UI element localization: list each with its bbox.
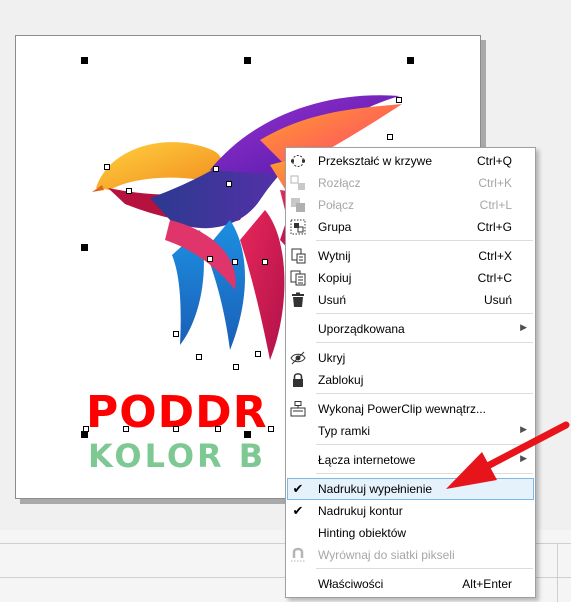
curve-node[interactable]: [255, 351, 261, 357]
curve-node[interactable]: [207, 256, 213, 262]
selection-handle-top-center[interactable]: [244, 57, 251, 64]
menu-item-properties[interactable]: Właściwości Alt+Enter: [287, 573, 534, 595]
menu-item-label: Hinting obiektów: [318, 526, 407, 540]
combine-icon: [291, 198, 305, 212]
menu-item-shortcut: Ctrl+G: [476, 220, 512, 234]
menu-separator: [316, 568, 533, 569]
menu-item-powerclip[interactable]: Wykonaj PowerClip wewnątrz...: [287, 398, 534, 420]
curve-node[interactable]: [83, 426, 89, 432]
pixel-snap-icon: [291, 547, 305, 562]
curve-node[interactable]: [226, 181, 232, 187]
menu-item-label: Typ ramki: [318, 424, 371, 438]
curve-node[interactable]: [387, 134, 393, 140]
menu-item-overprint-outline[interactable]: ✔ Nadrukuj kontur: [287, 500, 534, 522]
menu-separator: [316, 393, 533, 394]
menu-separator: [316, 342, 533, 343]
menu-item-object-hinting[interactable]: Hinting obiektów: [287, 522, 534, 544]
submenu-arrow-icon: ▶: [520, 322, 527, 332]
menu-item-copy[interactable]: Kopiuj Ctrl+C: [287, 267, 534, 289]
curve-node[interactable]: [232, 259, 238, 265]
curve-node[interactable]: [126, 188, 132, 194]
menu-item-shortcut: Ctrl+Q: [476, 154, 512, 168]
menu-item-label: Wykonaj PowerClip wewnątrz...: [318, 402, 486, 416]
menu-item-label: Usuń: [318, 293, 347, 307]
cut-icon: [291, 248, 306, 264]
powerclip-icon: [290, 401, 306, 417]
menu-item-label: Grupa: [318, 220, 352, 234]
group-icon: [290, 219, 306, 235]
curve-node[interactable]: [213, 166, 219, 172]
convert-to-curves-icon: [291, 155, 305, 167]
menu-item-order[interactable]: Uporządkowana ▶: [287, 318, 534, 340]
menu-item-label: Kopiuj: [318, 271, 352, 285]
menu-item-label: Ukryj: [318, 351, 346, 365]
menu-item-label: Uporządkowana: [318, 322, 405, 336]
submenu-arrow-icon: ▶: [520, 424, 527, 434]
menu-separator: [316, 473, 533, 474]
menu-item-cut[interactable]: Wytnij Ctrl+X: [287, 245, 534, 267]
menu-item-overprint-fill[interactable]: ✔ Nadrukuj wypełnienie: [287, 478, 534, 500]
menu-item-label: Rozłącz: [318, 176, 361, 190]
curve-node[interactable]: [396, 97, 402, 103]
menu-separator: [316, 240, 533, 241]
break-apart-icon: [290, 175, 305, 190]
menu-item-convert-to-curves[interactable]: Przekształć w krzywe Ctrl+Q: [287, 150, 534, 172]
checkmark-icon: ✔: [292, 481, 304, 496]
context-menu: Przekształć w krzywe Ctrl+Q Rozłącz Ctrl…: [285, 147, 536, 598]
menu-item-label: Zablokuj: [318, 373, 364, 387]
menu-item-shortcut: Ctrl+K: [478, 176, 512, 190]
curve-node[interactable]: [173, 331, 179, 337]
submenu-arrow-icon: ▶: [520, 453, 527, 463]
menu-item-label: Wyrównaj do siatki pikseli: [318, 548, 455, 562]
menu-item-shortcut: Usuń: [483, 293, 512, 307]
menu-item-label: Nadrukuj wypełnienie: [318, 482, 433, 496]
checkmark-icon: ✔: [292, 503, 304, 518]
menu-item-frame-type[interactable]: Typ ramki ▶: [287, 420, 534, 442]
menu-item-label: Wytnij: [318, 249, 351, 263]
menu-item-label: Połącz: [318, 198, 355, 212]
menu-item-group[interactable]: Grupa Ctrl+G: [287, 216, 534, 238]
menu-item-shortcut: Ctrl+C: [477, 271, 512, 285]
curve-node[interactable]: [262, 259, 268, 265]
menu-separator: [316, 313, 533, 314]
menu-item-shortcut: Alt+Enter: [462, 577, 512, 591]
curve-node[interactable]: [123, 426, 129, 432]
menu-item-combine[interactable]: Połącz Ctrl+L: [287, 194, 534, 216]
curve-node[interactable]: [215, 426, 221, 432]
curve-node[interactable]: [233, 364, 239, 370]
lock-icon: [293, 373, 303, 387]
curve-node[interactable]: [196, 354, 202, 360]
menu-item-lock[interactable]: Zablokuj: [287, 369, 534, 391]
menu-item-label: Przekształć w krzywe: [318, 154, 433, 168]
curve-node[interactable]: [104, 164, 110, 170]
menu-item-label: Nadrukuj kontur: [318, 504, 403, 518]
menu-item-break-apart[interactable]: Rozłącz Ctrl+K: [287, 172, 534, 194]
logo-subtitle-text: KOLOR B: [88, 437, 267, 475]
menu-item-shortcut: Ctrl+X: [478, 249, 512, 263]
menu-item-hide[interactable]: Ukryj: [287, 347, 534, 369]
copy-icon: [290, 270, 306, 286]
menu-separator: [316, 444, 533, 445]
selection-handle-top-right[interactable]: [407, 57, 414, 64]
menu-item-internet-links[interactable]: Łącza internetowe ▶: [287, 449, 534, 471]
menu-item-align-to-pixel-grid[interactable]: Wyrównaj do siatki pikseli: [287, 544, 534, 566]
selection-handle-bottom-center[interactable]: [244, 431, 251, 438]
selection-handle-middle-left[interactable]: [81, 244, 88, 251]
selection-handle-top-left[interactable]: [81, 57, 88, 64]
selection-handle-bottom-left[interactable]: [81, 431, 88, 438]
docker-divider: [557, 544, 558, 602]
trash-icon: [292, 292, 304, 307]
curve-node[interactable]: [173, 426, 179, 432]
menu-item-label: Łącza internetowe: [318, 453, 416, 467]
menu-item-delete[interactable]: Usuń Usuń: [287, 289, 534, 311]
menu-item-shortcut: Ctrl+L: [479, 198, 512, 212]
menu-item-label: Właściwości: [318, 577, 384, 591]
hide-eye-icon: [290, 351, 306, 365]
curve-node[interactable]: [268, 426, 274, 432]
